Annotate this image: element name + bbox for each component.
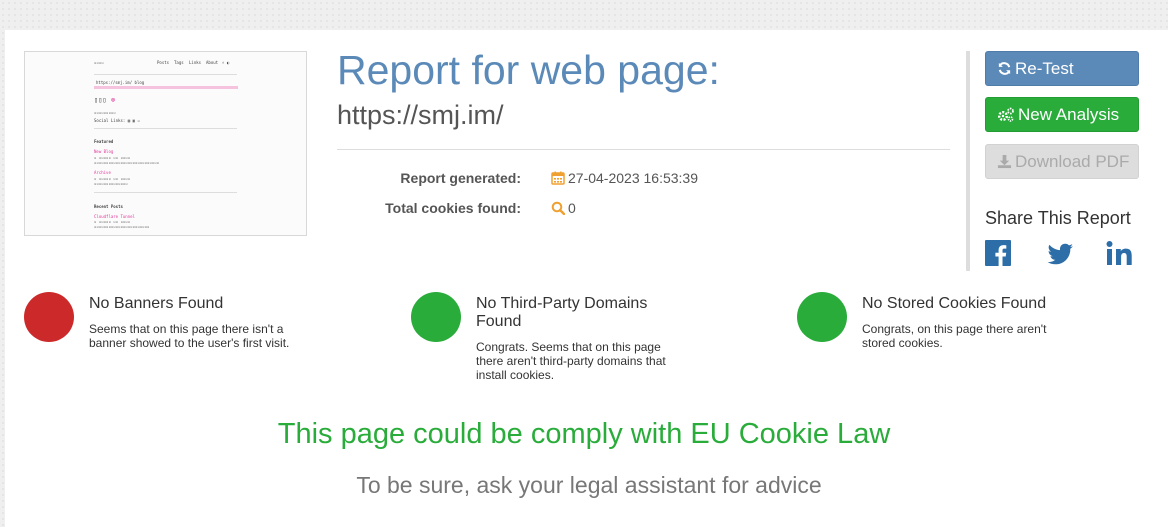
total-cookies-value: 0 — [551, 200, 576, 216]
download-pdf-label: Download PDF — [1015, 152, 1130, 171]
thumb-post2: Archive — [94, 170, 111, 175]
report-generated-label: Report generated: — [400, 170, 521, 186]
thumb-featured: Featured — [94, 139, 114, 144]
gears-icon — [998, 107, 1014, 122]
download-pdf-button[interactable]: Download PDF — [985, 144, 1139, 179]
retest-label: Re-Test — [1015, 59, 1074, 78]
divider — [337, 149, 950, 150]
thumb-nav-about: About — [206, 60, 219, 65]
thumb-logo: ▫▫▫▫ — [94, 60, 104, 65]
thumb-recent: Recent Posts — [94, 204, 123, 209]
third-party-status-indicator — [411, 292, 461, 342]
compliance-verdict: This page could be comply with EU Cookie… — [277, 418, 891, 450]
download-icon — [997, 154, 1012, 169]
thumb-post1: New Blog — [94, 149, 114, 154]
third-party-status-desc: Congrats. Seems that on this page there … — [476, 340, 666, 382]
third-party-status-title: No Third-Party Domains Found — [476, 295, 648, 330]
twitter-icon[interactable] — [1046, 240, 1074, 268]
report-generated-value: 27-04-2023 16:53:39 — [551, 170, 698, 186]
thumb-social: Social Links: ▣ ▣ ▫ — [94, 118, 140, 123]
banner-status-title: No Banners Found — [89, 295, 224, 312]
stored-cookies-status-title: No Stored Cookies Found — [862, 295, 1047, 312]
thumb-search-icon: ⌕ ◐ — [222, 60, 230, 65]
thumb-heading: ▯▯▯ ⊗ — [94, 96, 116, 104]
stored-cookies-status-indicator — [797, 292, 847, 342]
facebook-icon[interactable] — [985, 240, 1013, 268]
thumb-nav-tags: Tags — [174, 60, 184, 65]
thumb-address: https://smj.im/ blog — [96, 80, 145, 85]
thumb-subtitle: ▫▫▫▫▫▫▫▫▫ — [94, 110, 116, 115]
thumb-nav-posts: Posts — [157, 60, 170, 65]
banner-status-indicator — [24, 292, 74, 342]
thumb-nav-links: Links — [189, 60, 202, 65]
search-icon — [551, 201, 566, 216]
report-url: https://smj.im/ — [337, 100, 504, 130]
retest-button[interactable]: Re-Test — [985, 51, 1139, 86]
total-cookies-label: Total cookies found: — [385, 200, 521, 216]
refresh-icon — [998, 62, 1011, 75]
share-title: Share This Report — [985, 208, 1131, 228]
legal-advice: To be sure, ask your legal assistant for… — [356, 472, 822, 498]
banner-status-desc: Seems that on this page there isn't a ba… — [89, 322, 290, 350]
stored-cookies-status-desc: Congrats, on this page there aren't stor… — [862, 322, 1047, 350]
new-analysis-button[interactable]: New Analysis — [985, 97, 1139, 132]
vertical-separator — [966, 51, 970, 271]
new-analysis-label: New Analysis — [1018, 105, 1120, 124]
thumb-post1-desc: ▫▫▫▫▫▫▫▫▫▫▫▫▫▫▫▫▫▫▫▫▫▫▫▫▫▫▫ — [94, 160, 160, 165]
thumb-post3-desc: ▫▫▫▫▫▫▫▫▫▫▫▫▫▫▫▫▫▫▫▫▫▫▫ — [94, 224, 150, 229]
cookies-count: 0 — [568, 200, 576, 216]
website-thumbnail: ▫▫▫▫ Posts Tags Links About ⌕ ◐ https://… — [24, 51, 307, 236]
linkedin-icon[interactable] — [1106, 240, 1134, 268]
calendar-icon — [551, 171, 565, 185]
generated-date: 27-04-2023 16:53:39 — [568, 170, 698, 186]
thumb-post2-desc: ▫▫▫▫▫▫▫▫▫▫▫▫▫▫ — [94, 181, 128, 186]
page-title: Report for web page: — [337, 47, 720, 93]
